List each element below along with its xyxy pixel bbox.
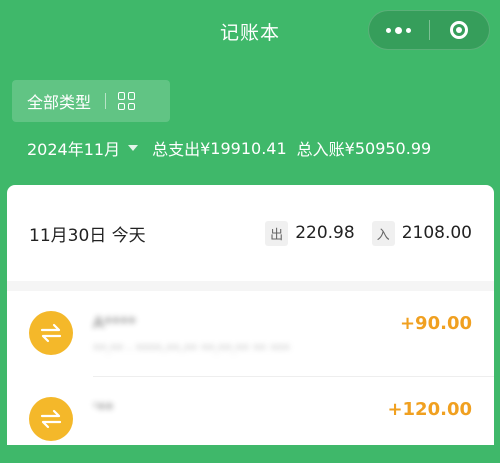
- in-tag: 入: [371, 220, 395, 246]
- top-bar: 记账本: [0, 0, 500, 62]
- day-label: 11月30日 今天: [29, 225, 146, 246]
- day-header: 11月30日 今天 出 220.98 入 2108.00: [7, 185, 494, 281]
- mini-program-capsule: [368, 10, 490, 50]
- transaction-amount: +90.00: [399, 313, 472, 334]
- target-close-icon: [450, 21, 469, 39]
- transaction-name: A****: [93, 313, 136, 332]
- more-button[interactable]: [369, 11, 429, 49]
- filter-divider: [105, 93, 107, 109]
- section-divider: [7, 281, 494, 291]
- transaction-name: '**: [93, 399, 114, 418]
- transaction-item[interactable]: A**** **:** · ****-**-** **:**:** ** ***…: [7, 291, 494, 377]
- income-total: ¥50950.99: [344, 138, 432, 158]
- transaction-item[interactable]: '** +120.00: [7, 377, 494, 463]
- type-filter-label: 全部类型: [27, 93, 92, 112]
- month-summary: 2024年11月 总支出 ¥19910.41 总入账 ¥50950.99: [27, 136, 432, 160]
- transfer-arrows-icon: [29, 311, 73, 355]
- expense-total: ¥19910.41: [200, 138, 287, 158]
- transfer-arrows-icon: [29, 397, 73, 441]
- page-title: 记账本: [219, 21, 280, 44]
- month-selector[interactable]: 2024年11月: [27, 136, 120, 160]
- type-filter-button[interactable]: 全部类型: [12, 80, 170, 122]
- grid-icon: [118, 92, 136, 110]
- caret-down-icon[interactable]: [128, 145, 139, 151]
- transaction-desc: **:** · ****-**-** **:**:** ** ***: [93, 343, 290, 358]
- out-tag: 出: [265, 220, 289, 246]
- day-out-amount: 220.98: [295, 223, 355, 243]
- expense-label: 总支出: [152, 140, 201, 159]
- close-button[interactable]: [430, 11, 490, 49]
- transaction-amount: +120.00: [387, 399, 472, 420]
- transactions-card: 11月30日 今天 出 220.98 入 2108.00 A**** **:**…: [7, 185, 494, 445]
- income-label: 总入账: [296, 140, 345, 159]
- day-in-amount: 2108.00: [401, 223, 472, 243]
- more-dots-icon: [386, 27, 392, 33]
